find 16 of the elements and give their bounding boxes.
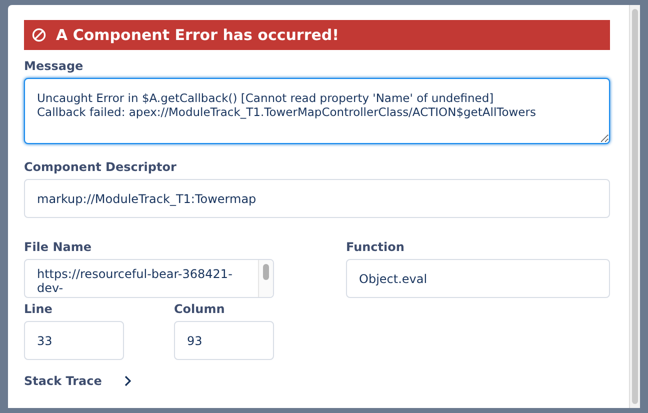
banner-title: A Component Error has occurred! (56, 26, 339, 44)
field-label: Component Descriptor (24, 160, 178, 174)
field-label: Column (174, 302, 226, 316)
field-label: Line (24, 302, 54, 316)
function-field[interactable]: Object.eval (346, 259, 610, 298)
message-field[interactable]: Uncaught Error in $A.getCallback() [Cannot read property 'Name' of undefined] Callback failed: apex://ModuleTrack_T1.TowerMapControllerClass/ACTION$getAllTowers (24, 78, 610, 144)
field-label: Message (24, 59, 84, 73)
chevron-icon (124, 375, 132, 387)
stack-trace-toggle[interactable]: Stack Trace (24, 374, 132, 388)
error-icon (32, 28, 46, 42)
descriptor-field[interactable]: markup://ModuleTrack_T1:Towermap (24, 179, 610, 218)
column-field[interactable]: 93 (174, 321, 274, 360)
field-label: File Name (24, 240, 93, 254)
line-field[interactable]: 33 (24, 321, 124, 360)
field-label: Function (346, 240, 406, 254)
file-name-field[interactable]: https://resourceful-bear-368421-dev- (24, 259, 274, 298)
